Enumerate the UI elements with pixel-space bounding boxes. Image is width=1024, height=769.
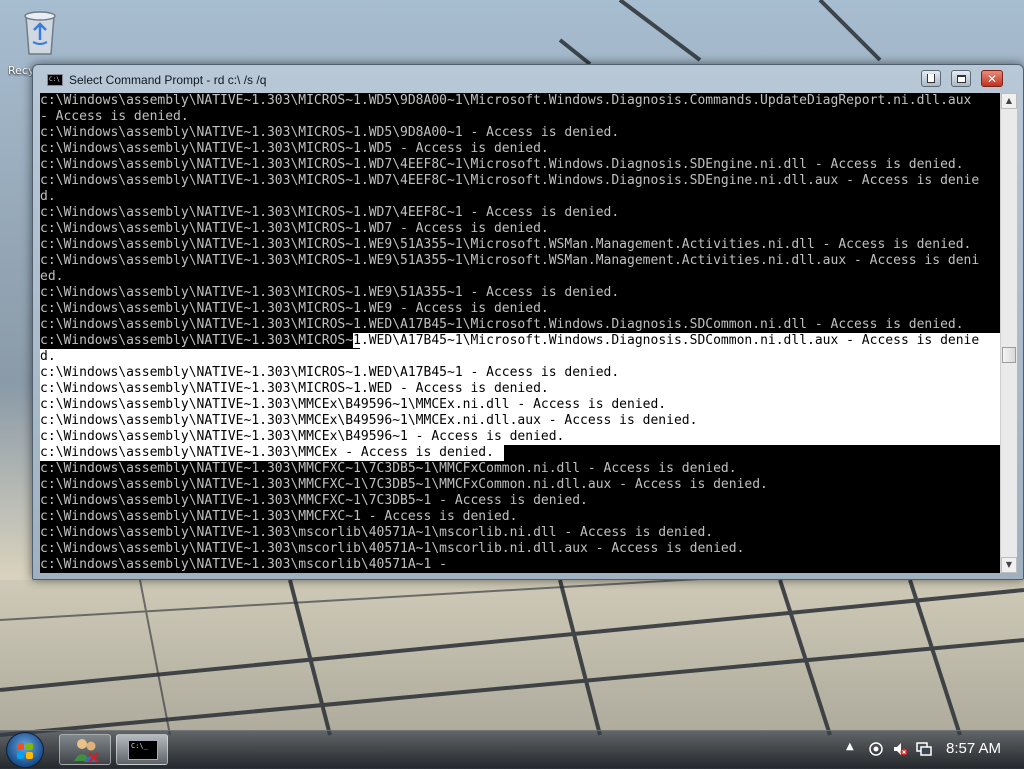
console-line: - Access is denied.: [40, 109, 189, 124]
console-line: c:\Windows\assembly\NATIVE~1.303\MICROS~…: [40, 157, 964, 172]
console-line: c:\Windows\assembly\NATIVE~1.303\MMCEx\B…: [40, 397, 1000, 413]
vertical-scrollbar[interactable]: ▲ ▼: [1000, 93, 1017, 573]
console-line: c:\Windows\assembly\NATIVE~1.303\MICROS~…: [40, 237, 972, 252]
console-line: c:\Windows\assembly\NATIVE~1.303\MICROS~…: [40, 141, 549, 156]
title-bar[interactable]: C:\ Select Command Prompt - rd c:\ /s /q…: [33, 65, 1023, 93]
console-line: c:\Windows\assembly\NATIVE~1.303\MMCEx -…: [40, 445, 1000, 461]
console-line: c:\Windows\assembly\NATIVE~1.303\MMCFXC~…: [40, 477, 768, 492]
console-line: c:\Windows\assembly\NATIVE~1.303\MICROS~…: [40, 93, 972, 108]
console-line: c:\Windows\assembly\NATIVE~1.303\MICROS~…: [40, 285, 620, 300]
maximize-button[interactable]: [951, 70, 971, 87]
console-line: c:\Windows\assembly\NATIVE~1.303\MICROS~…: [40, 365, 1000, 381]
console-line: c:\Windows\assembly\NATIVE~1.303\MICROS~…: [40, 333, 1000, 349]
console-line: c:\Windows\assembly\NATIVE~1.303\MICROS~…: [40, 301, 549, 316]
window-title: Select Command Prompt - rd c:\ /s /q: [69, 73, 267, 87]
console-line: c:\Windows\assembly\NATIVE~1.303\MICROS~…: [40, 381, 1000, 397]
taskbar-command-prompt-button[interactable]: C:\_: [116, 734, 168, 765]
command-prompt-icon: C:\: [47, 74, 63, 86]
clock[interactable]: 8:57 AM: [946, 740, 1001, 757]
console-line: ed.: [40, 269, 64, 284]
maximize-icon: [956, 74, 966, 83]
windows-flag-icon: [26, 743, 33, 750]
console-line: c:\Windows\assembly\NATIVE~1.303\MMCEx\B…: [40, 429, 1000, 445]
console-line: c:\Windows\assembly\NATIVE~1.303\mscorli…: [40, 557, 447, 572]
windows-flag-icon: [26, 752, 33, 759]
console-line: c:\Windows\assembly\NATIVE~1.303\mscorli…: [40, 525, 714, 540]
scrollbar-thumb[interactable]: [1002, 347, 1016, 363]
console-line: c:\Windows\assembly\NATIVE~1.303\MICROS~…: [40, 317, 964, 332]
console-line: d.: [40, 349, 1000, 365]
console-line: c:\Windows\assembly\NATIVE~1.303\MICROS~…: [40, 173, 980, 188]
console-line: c:\Windows\assembly\NATIVE~1.303\MICROS~…: [40, 205, 620, 220]
close-button[interactable]: ✕: [981, 70, 1003, 87]
network-sharing-icon[interactable]: [868, 741, 884, 757]
console-line: c:\Windows\assembly\NATIVE~1.303\MMCFXC~…: [40, 461, 737, 476]
console-line: c:\Windows\assembly\NATIVE~1.303\MMCFXC~…: [40, 509, 518, 524]
taskbar-users-button[interactable]: [59, 734, 111, 765]
taskbar: C:\_ ▲ 8:57 AM: [0, 730, 1024, 769]
console-line: c:\Windows\assembly\NATIVE~1.303\MMCFXC~…: [40, 493, 588, 508]
windows-flag-icon: [17, 752, 24, 759]
scroll-down-arrow-icon[interactable]: ▼: [1001, 557, 1017, 573]
network-icon[interactable]: [916, 741, 932, 757]
console-line: c:\Windows\assembly\NATIVE~1.303\MICROS~…: [40, 253, 980, 268]
command-prompt-icon: C:\_: [128, 740, 158, 760]
console-line: d.: [40, 189, 56, 204]
close-icon: ✕: [986, 71, 998, 86]
minimize-button[interactable]: [921, 70, 941, 87]
console-line: c:\Windows\assembly\NATIVE~1.303\MICROS~…: [40, 221, 549, 236]
start-button[interactable]: [6, 732, 44, 768]
minimize-icon: [927, 74, 935, 83]
windows-flag-icon: [17, 743, 24, 750]
scroll-up-arrow-icon[interactable]: ▲: [1001, 93, 1017, 109]
recycle-bin-icon: [24, 11, 56, 55]
users-icon: [74, 739, 99, 763]
console-line: c:\Windows\assembly\NATIVE~1.303\MICROS~…: [40, 125, 620, 140]
command-prompt-window[interactable]: C:\ Select Command Prompt - rd c:\ /s /q…: [32, 64, 1024, 580]
show-hidden-icons-arrow[interactable]: ▲: [846, 741, 854, 752]
console-line: c:\Windows\assembly\NATIVE~1.303\mscorli…: [40, 541, 745, 556]
speaker-muted-icon[interactable]: [892, 741, 908, 757]
console-output[interactable]: c:\Windows\assembly\NATIVE~1.303\MICROS~…: [40, 93, 1000, 573]
console-line: c:\Windows\assembly\NATIVE~1.303\MMCEx\B…: [40, 413, 1000, 429]
